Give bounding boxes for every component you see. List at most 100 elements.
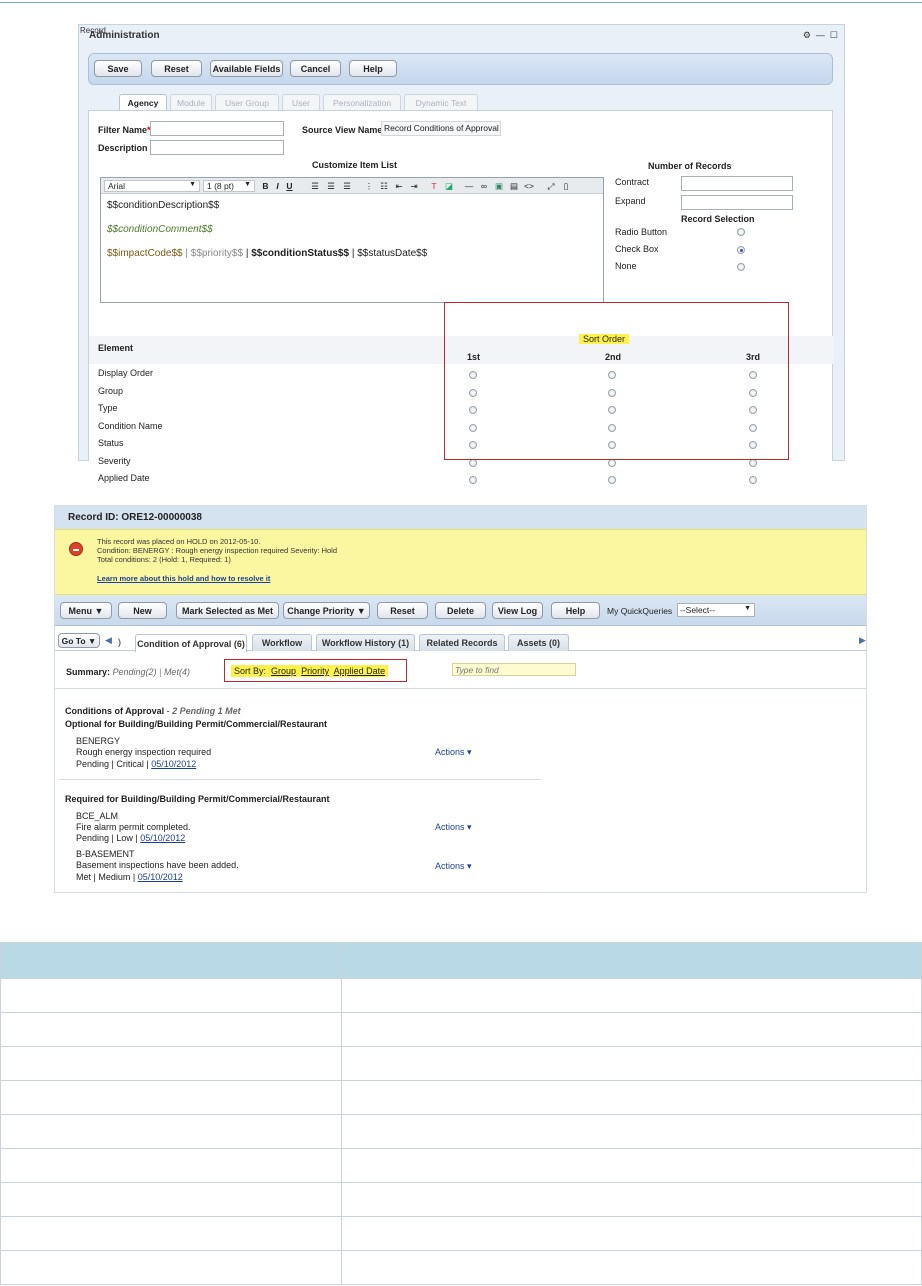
editor-toolbar: Arial ▼ 1 (8 pt) ▼ B I U ☰ ☰ ☰ ⋮ ☷ ⇤ ⇥ T ◪…	[101, 178, 603, 194]
tab-related-records[interactable]: Related Records	[419, 634, 505, 651]
sort-3rd-radio[interactable]	[749, 476, 757, 484]
cancel-button[interactable]: Cancel	[290, 60, 341, 77]
table-icon[interactable]: ▤	[508, 180, 520, 192]
font-select[interactable]: Arial ▼	[104, 180, 200, 192]
reset-button[interactable]: Reset	[377, 602, 428, 619]
tab-truncated[interactable]: )	[118, 637, 121, 647]
find-input[interactable]: Type to find	[452, 663, 576, 676]
image-icon[interactable]: ▣	[493, 180, 505, 192]
check-box-option[interactable]	[737, 246, 745, 254]
window-title: Administration	[89, 30, 160, 41]
table-header-cell	[341, 942, 922, 979]
sort-element-label: Type	[98, 403, 118, 413]
table-cell	[341, 1012, 922, 1047]
agency-content: Filter Name* Description Source View Nam…	[88, 110, 834, 484]
table-row	[0, 1216, 922, 1251]
tab-user-group[interactable]: User Group	[215, 94, 279, 110]
tab-workflow[interactable]: Workflow	[252, 634, 312, 651]
link-icon[interactable]: ∞	[478, 180, 490, 192]
save-button[interactable]: Save	[94, 60, 142, 77]
table-row	[0, 1250, 922, 1285]
unordered-list-icon[interactable]: ☷	[378, 180, 390, 192]
editor-line-details: $$impactCode$$ | $$priority$$ | $$condit…	[107, 248, 428, 259]
description-label: Description	[98, 143, 148, 153]
editor-line-comment: $$conditionComment$$	[107, 224, 213, 235]
insert-field-icon[interactable]: ▯	[560, 180, 572, 192]
view-log-button[interactable]: View Log	[492, 602, 543, 619]
underline-icon[interactable]: U	[285, 180, 294, 192]
sort-by-group[interactable]: Group	[271, 666, 296, 676]
sort-1st-radio[interactable]	[469, 476, 477, 484]
help-button[interactable]: Help	[551, 602, 600, 619]
element-column-header: Element	[98, 343, 134, 353]
available-fields-button[interactable]: Available Fields	[210, 60, 283, 77]
highlight-icon[interactable]: ◪	[443, 180, 455, 192]
contract-field[interactable]	[681, 176, 793, 191]
description-field[interactable]	[150, 140, 284, 155]
table-cell	[0, 1148, 342, 1183]
tab-personalization[interactable]: Personalization	[323, 94, 401, 110]
source-view-label: Source View Name	[302, 125, 383, 135]
outdent-icon[interactable]: ⇤	[393, 180, 405, 192]
rich-text-editor[interactable]: Arial ▼ 1 (8 pt) ▼ B I U ☰ ☰ ☰ ⋮ ☷ ⇤ ⇥ T ◪…	[100, 177, 604, 303]
sort-order-highlight-box	[444, 302, 789, 460]
menu-button[interactable]: Menu ▼	[60, 602, 112, 619]
tab-agency[interactable]: Agency	[119, 94, 167, 111]
ordered-list-icon[interactable]: ⋮	[363, 180, 375, 192]
sort-element-label: Condition Name	[98, 420, 163, 431]
sort-by-applied-date[interactable]: Applied Date	[334, 666, 386, 676]
condition-description: Rough energy inspection required	[76, 747, 212, 757]
expand-field[interactable]	[681, 195, 793, 210]
tab-workflow-history[interactable]: Workflow History (1)	[316, 634, 415, 651]
indent-icon[interactable]: ⇥	[408, 180, 420, 192]
align-left-icon[interactable]: ☰	[309, 180, 321, 192]
mark-selected-as-met-button[interactable]: Mark Selected as Met	[176, 602, 279, 619]
hold-help-link[interactable]: Learn more about this hold and how to re…	[97, 574, 270, 583]
filter-name-field[interactable]	[150, 121, 284, 136]
actions-menu[interactable]: Actions ▾	[435, 822, 472, 833]
tab-dynamic-text[interactable]: Dynamic Text	[404, 94, 478, 110]
bold-icon[interactable]: B	[261, 180, 270, 192]
sort-element-label: Applied Date	[98, 473, 150, 483]
reset-button[interactable]: Reset	[151, 60, 202, 77]
administration-window: Record Administration ⚙ — ☐ Save Reset A…	[78, 24, 845, 484]
italic-icon[interactable]: I	[273, 180, 282, 192]
check-box-option-label: Check Box	[615, 244, 659, 254]
font-size-select[interactable]: 1 (8 pt) ▼	[203, 180, 255, 192]
condition-name: BCE_ALM	[76, 811, 119, 821]
text-color-icon[interactable]: T	[428, 180, 440, 192]
actions-menu[interactable]: Actions ▾	[435, 747, 472, 758]
quick-queries-select[interactable]: --Select-- ▼	[677, 603, 755, 617]
horizontal-rule-icon[interactable]: —	[463, 180, 475, 192]
sort-2nd-radio[interactable]	[608, 476, 616, 484]
maximize-editor-icon[interactable]: ⤢	[545, 180, 557, 192]
help-button[interactable]: Help	[349, 60, 397, 77]
radio-button-option[interactable]	[737, 228, 745, 236]
source-code-icon[interactable]: <>	[523, 180, 535, 192]
tab-module[interactable]: Module	[170, 94, 212, 110]
maximize-icon[interactable]: ☐	[830, 30, 838, 40]
editor-line-description: $$conditionDescription$$	[107, 200, 220, 211]
none-option[interactable]	[737, 263, 745, 271]
new-button[interactable]: New	[118, 602, 167, 619]
scroll-left-icon[interactable]: ◀	[105, 635, 112, 646]
minimize-icon[interactable]: —	[816, 30, 825, 40]
table-cell	[0, 1080, 342, 1115]
sort-element-label: Severity	[98, 455, 131, 466]
scroll-right-icon[interactable]: ▶	[859, 635, 866, 646]
actions-menu[interactable]: Actions ▾	[435, 861, 472, 872]
go-to-button[interactable]: Go To ▼	[58, 633, 100, 648]
tab-user[interactable]: User	[282, 94, 320, 110]
table-cell	[0, 978, 342, 1013]
table-header-cell	[0, 942, 342, 979]
tab-assets[interactable]: Assets (0)	[508, 634, 569, 651]
settings-icon[interactable]: ⚙	[803, 30, 811, 40]
align-right-icon[interactable]: ☰	[341, 180, 353, 192]
source-view-value: Record Conditions of Approval	[381, 121, 501, 136]
window-controls: ⚙ — ☐	[803, 30, 838, 40]
change-priority-button[interactable]: Change Priority ▼	[283, 602, 370, 619]
sort-by-priority[interactable]: Priority	[301, 666, 329, 676]
align-center-icon[interactable]: ☰	[325, 180, 337, 192]
tab-condition-of-approval[interactable]: Condition of Approval (6)	[135, 634, 247, 652]
delete-button[interactable]: Delete	[435, 602, 486, 619]
